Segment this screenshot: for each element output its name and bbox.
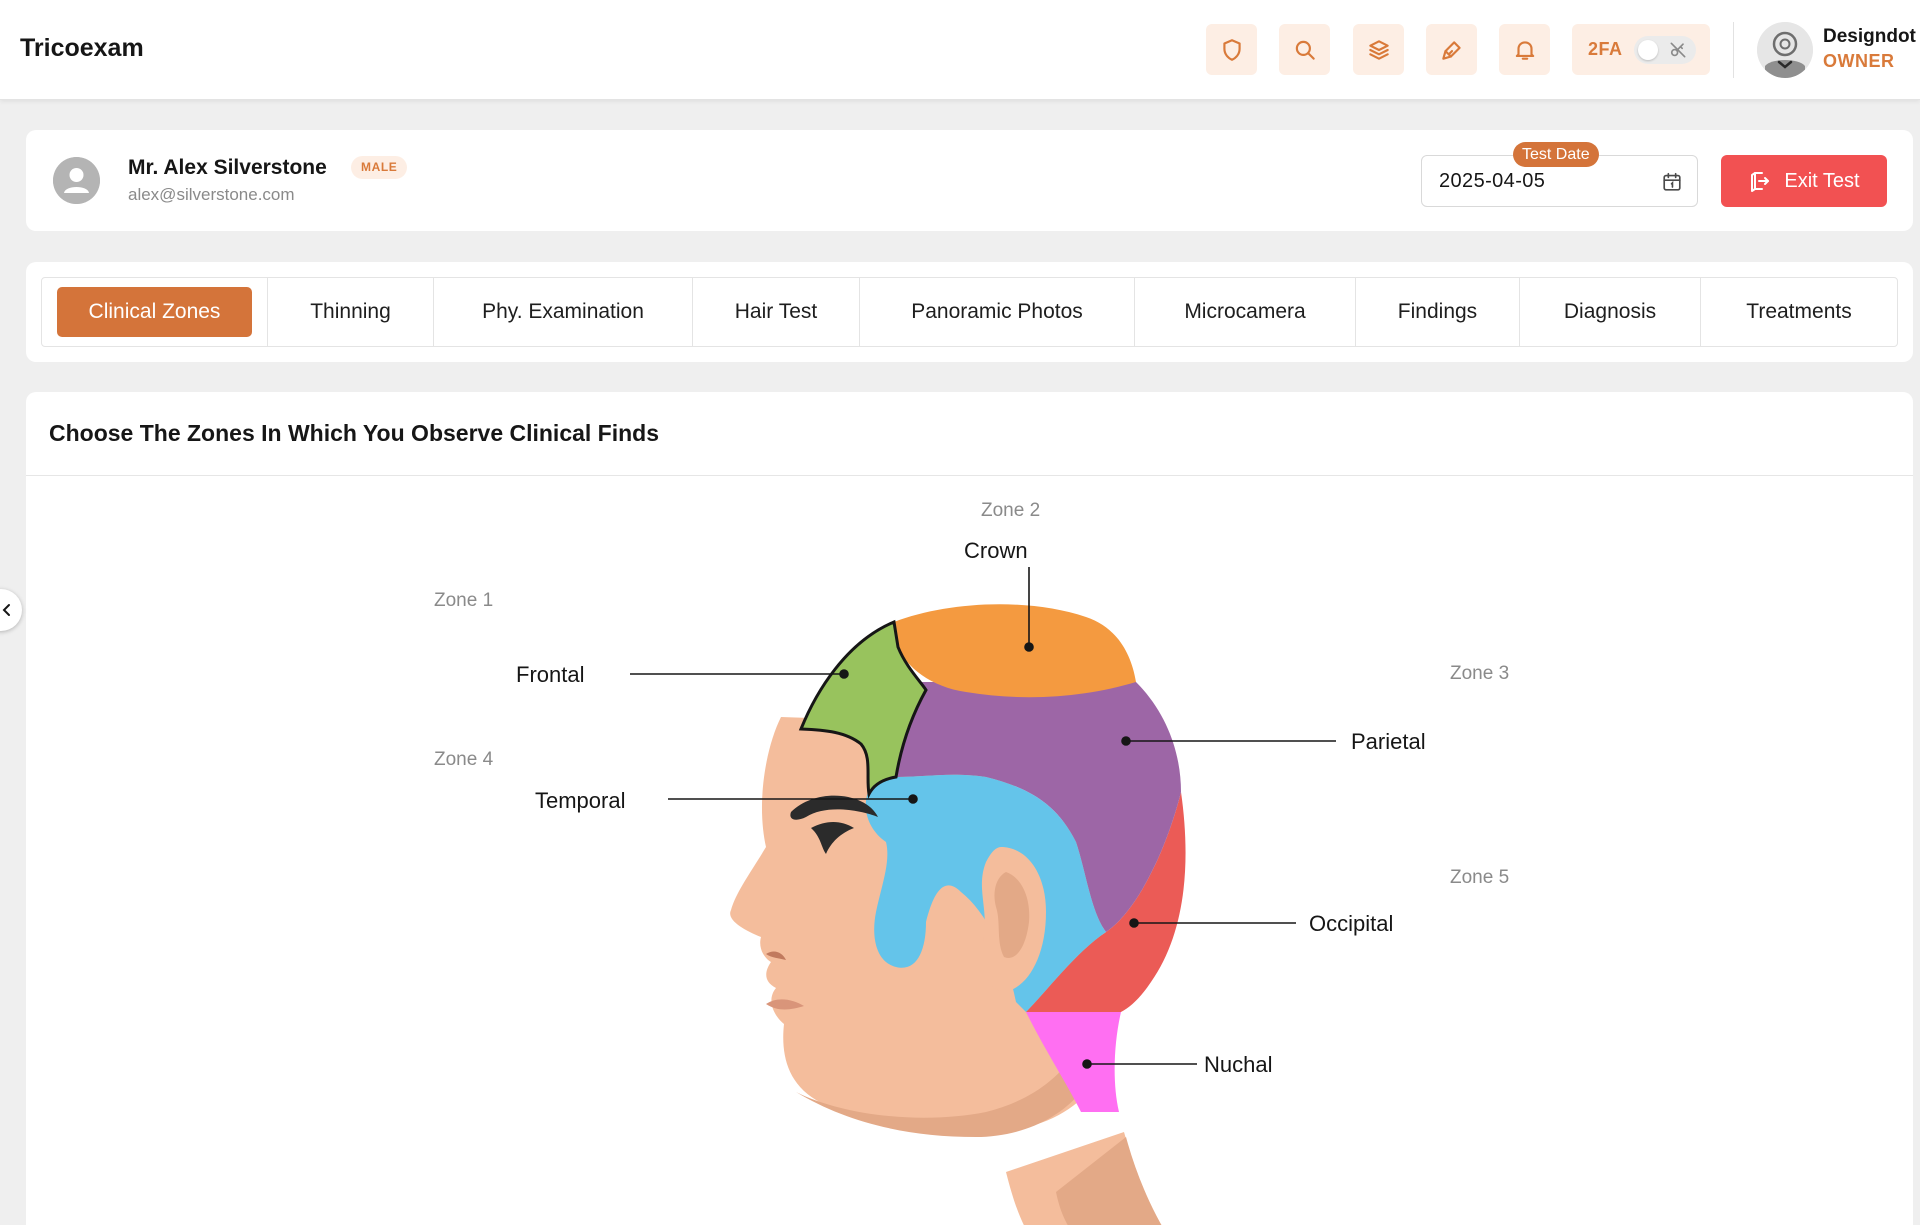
user-avatar-icon: [1757, 22, 1813, 78]
zone-5-label: Zone 5: [1450, 867, 1509, 888]
tab-bar: Clinical Zones Thinning Phy. Examination…: [41, 277, 1898, 347]
zone-3-label: Zone 3: [1450, 663, 1509, 684]
layers-button[interactable]: [1353, 24, 1404, 75]
patient-card: Mr. Alex Silverstone MALE alex@silversto…: [26, 130, 1913, 231]
parietal-dot: [1121, 736, 1131, 746]
test-date-field[interactable]: Test Date 2025-04-05: [1421, 142, 1698, 207]
test-date-label: Test Date: [1513, 142, 1599, 167]
tab-panoramic-photos[interactable]: Panoramic Photos: [860, 278, 1135, 346]
tab-label: Treatments: [1746, 300, 1852, 323]
tab-label: Microcamera: [1184, 300, 1306, 323]
tab-label: Diagnosis: [1563, 300, 1657, 323]
layers-icon: [1368, 39, 1389, 60]
twofa-control: 2FA: [1572, 24, 1710, 75]
brand-title: Tricoexam: [20, 34, 144, 62]
patient-avatar: [53, 157, 100, 204]
tab-label: Thinning: [310, 300, 391, 323]
tab-clinical-zones[interactable]: Clinical Zones: [42, 278, 268, 346]
tab-thinning[interactable]: Thinning: [268, 278, 434, 346]
nuchal-label[interactable]: Nuchal: [1204, 1052, 1272, 1077]
clinical-zones-card: Choose The Zones In Which You Observe Cl…: [26, 392, 1913, 1225]
toolbar-divider: [1733, 22, 1734, 78]
brush-button[interactable]: [1426, 24, 1477, 75]
head-zones-diagram: Zone 2 Crown Zone 1 Frontal Zone 3 Parie…: [434, 500, 1509, 1225]
tab-diagnosis[interactable]: Diagnosis: [1520, 278, 1701, 346]
user-role: OWNER: [1823, 51, 1895, 71]
tab-findings[interactable]: Findings: [1356, 278, 1520, 346]
tab-label: Panoramic Photos: [911, 300, 1083, 323]
exit-test-label: Exit Test: [1784, 169, 1860, 192]
search-icon: [1295, 40, 1315, 60]
temporal-label[interactable]: Temporal: [535, 788, 625, 813]
tab-hair-test[interactable]: Hair Test: [693, 278, 860, 346]
gender-badge: MALE: [351, 156, 408, 179]
brush-icon: [1441, 40, 1461, 60]
patient-name: Mr. Alex Silverstone: [128, 156, 327, 179]
tab-label: Phy. Examination: [482, 300, 644, 323]
occipital-dot: [1129, 918, 1139, 928]
user-name: Designdot: [1823, 26, 1916, 47]
occipital-label[interactable]: Occipital: [1309, 911, 1393, 936]
crown-dot: [1024, 642, 1034, 652]
chevron-left-icon: [2, 604, 10, 616]
twofa-toggle[interactable]: [1634, 36, 1696, 64]
bell-icon: [1515, 40, 1534, 60]
notifications-button[interactable]: [1499, 24, 1550, 75]
tab-label: Hair Test: [734, 300, 818, 323]
key-off-icon: [1670, 42, 1686, 58]
tabs-card: Clinical Zones Thinning Phy. Examination…: [26, 262, 1913, 362]
tab-clinical-zones-label: Clinical Zones: [57, 287, 252, 337]
exit-test-button[interactable]: Exit Test: [1721, 155, 1887, 207]
frontal-dot: [839, 669, 849, 679]
parietal-label[interactable]: Parietal: [1351, 729, 1426, 754]
temporal-dot: [908, 794, 918, 804]
test-date-value: 2025-04-05: [1439, 170, 1546, 192]
twofa-label: 2FA: [1588, 39, 1623, 59]
tab-phy-examination[interactable]: Phy. Examination: [434, 278, 693, 346]
crown-label[interactable]: Crown: [964, 538, 1028, 563]
shield-icon: [1222, 38, 1241, 61]
tab-treatments[interactable]: Treatments: [1701, 278, 1897, 346]
top-bar: Tricoexam 2FA Designdot OWNER: [0, 0, 1920, 100]
shield-button[interactable]: [1206, 24, 1257, 75]
zone-4-label: Zone 4: [434, 749, 494, 770]
sidebar-toggle-button[interactable]: [0, 589, 22, 631]
patient-email: alex@silverstone.com: [128, 185, 295, 204]
zone-1-label: Zone 1: [434, 590, 493, 611]
zone-2-label: Zone 2: [981, 500, 1040, 521]
nuchal-dot: [1082, 1059, 1092, 1069]
toggle-knob: [1638, 40, 1658, 60]
person-icon: [53, 157, 100, 204]
calendar-icon[interactable]: [1661, 171, 1683, 193]
exit-icon: [1751, 172, 1770, 192]
tab-label: Findings: [1397, 300, 1478, 323]
search-button[interactable]: [1279, 24, 1330, 75]
tab-microcamera[interactable]: Microcamera: [1135, 278, 1356, 346]
user-avatar[interactable]: [1757, 22, 1813, 78]
frontal-label[interactable]: Frontal: [516, 662, 584, 687]
